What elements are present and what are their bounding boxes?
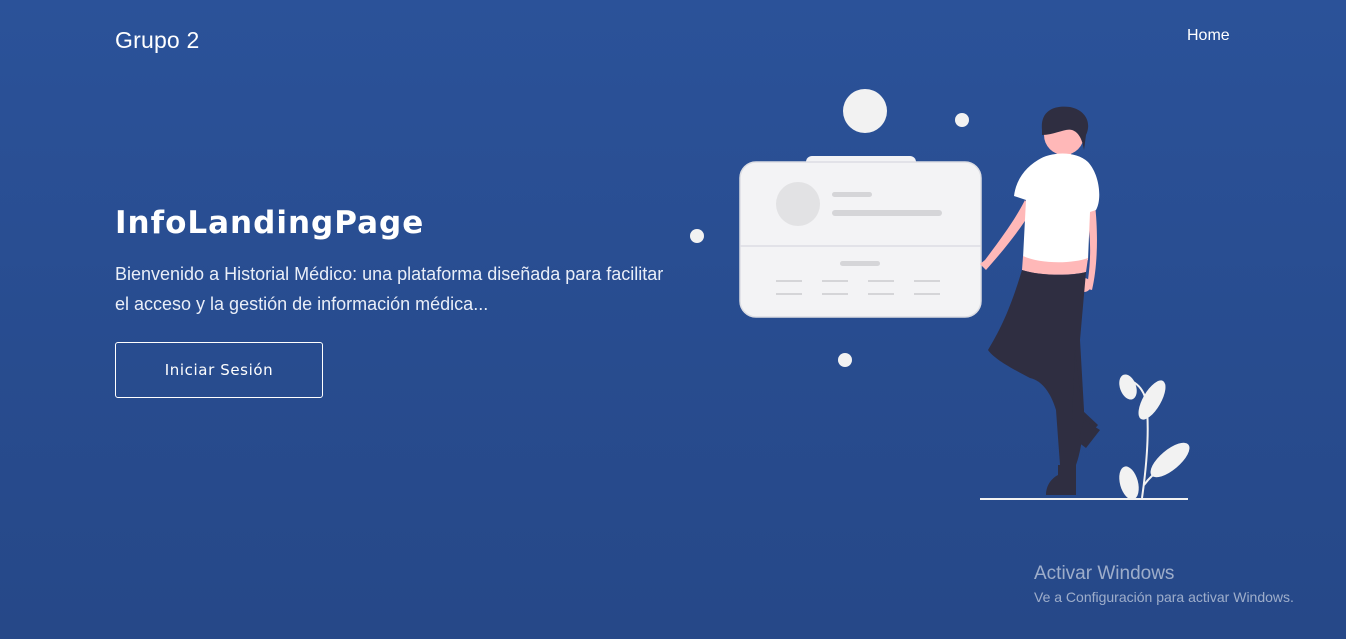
login-button[interactable]: Iniciar Sesión [115, 342, 323, 398]
profile-card-icon [739, 156, 982, 318]
decor-dot [843, 89, 887, 133]
watermark-title: Activar Windows [1034, 563, 1175, 584]
woman-figure-icon [980, 106, 1100, 495]
watermark-subtitle: Ve a Configuración para activar Windows. [1034, 589, 1294, 605]
hero-description: Bienvenido a Historial Médico: una plata… [115, 264, 664, 314]
woman-with-profile-card-illustration [690, 89, 1190, 500]
brand-logo[interactable]: Grupo 2 [115, 27, 200, 54]
decor-dot [955, 113, 969, 127]
windows-activation-watermark: Activar Windows Ve a Configuración para … [1034, 563, 1294, 605]
decor-dot [690, 229, 704, 243]
plant-icon [1119, 374, 1190, 500]
nav-link-home[interactable]: Home [1187, 27, 1230, 45]
hero-title: InfoLandingPage [115, 205, 425, 241]
decor-dot [838, 353, 852, 367]
